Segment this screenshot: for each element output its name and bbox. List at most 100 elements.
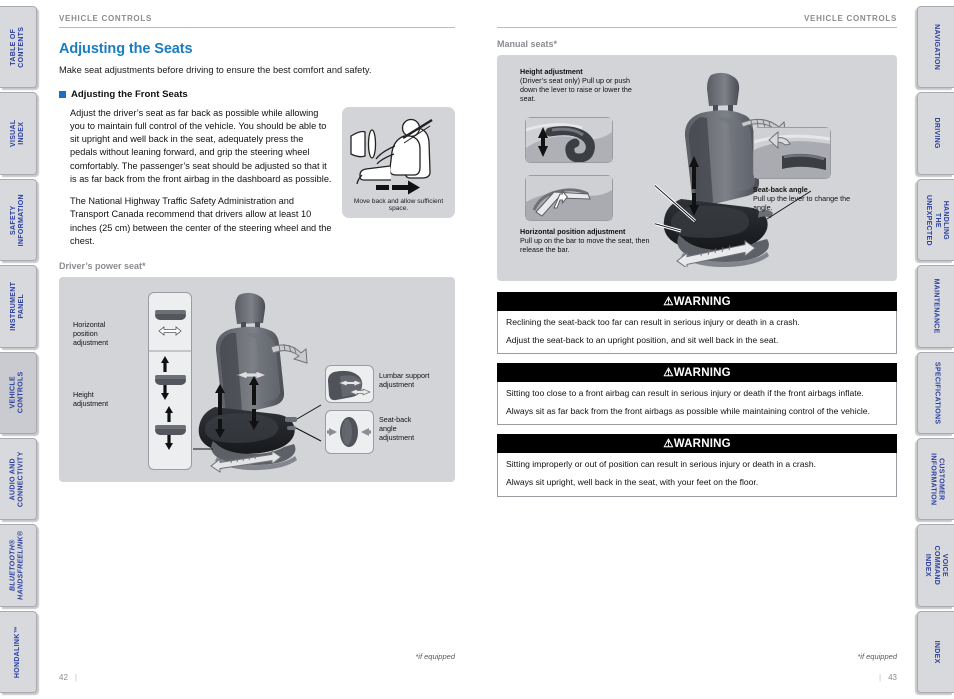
right-tab-strip: NAVIGATION DRIVING HANDLING THE UNEXPECT… [917,0,954,699]
label-height-adjustment: Height adjustment [73,390,109,409]
label-seatback-title: Seat-back angle [753,185,808,194]
label-horizontal-position-manual: Horizontal position adjustment Pull up o… [520,227,675,254]
sidebar-tab-driving[interactable]: DRIVING [917,92,954,175]
folio-rule: | [74,673,77,682]
label-seatback-text: Pull up the lever to change the angle. [753,194,851,212]
tab-label: VEHICLE CONTROLS [9,371,25,414]
power-seat-illustration [193,292,322,473]
inset-horizontal-bar [525,175,613,221]
tab-label: SAFETY INFORMATION [9,193,26,247]
manual-page-spread: TABLE OF CONTENTS VISUAL INDEX SAFETY IN… [0,0,954,699]
height-lever-illustration [526,118,612,162]
figure-manual-seats: Height adjustment (Driver’s seat only) P… [497,55,897,281]
page-number-right: 43 [888,673,897,682]
running-head-right: VEHICLE CONTROLS [497,14,897,28]
sidebar-tab-audio-and-connectivity[interactable]: AUDIO AND CONNECTIVITY [0,437,37,521]
running-head-left: VEHICLE CONTROLS [59,14,455,28]
square-bullet-icon [59,90,66,98]
driver-posture-illustration [350,118,433,195]
warning-box-2: ⚠WARNING Sitting too close to a front ai… [497,363,897,426]
sidebar-tab-table-of-contents[interactable]: TABLE OF CONTENTS [0,6,37,89]
label-height-title: Height adjustment [520,67,583,76]
label-lumbar-support-adjustment: Lumbar support adjustment [379,371,430,390]
sidebar-tab-specifications[interactable]: SPECIFICATIONS [917,351,954,434]
warning-box-1: ⚠WARNING Reclining the seat-back too far… [497,292,897,355]
footnote-right: *if equipped [857,652,897,661]
inset-height-lever [525,117,613,163]
warning-line: Always sit as far back from the front ai… [506,405,870,416]
sidebar-tab-instrument-panel[interactable]: INSTRUMENT PANEL [0,265,37,348]
tab-label: INSTRUMENT PANEL [9,281,26,331]
figure-drivers-power-seat: Horizontal position adjustment Height ad… [59,277,455,483]
intro-text: Make seat adjustments before driving to … [59,65,372,75]
warning-body: Sitting improperly or out of position ca… [497,453,897,497]
seatback-dial-illustration [327,417,371,448]
label-height-adjustment-manual: Height adjustment (Driver’s seat only) P… [520,67,645,103]
label-seat-back-angle-manual: Seat-back angle Pull up the lever to cha… [753,185,863,212]
lumbar-switch-illustration [328,370,371,401]
warnings-list: ⚠WARNING Reclining the seat-back too far… [497,292,897,497]
tab-label: SPECIFICATIONS [933,361,941,424]
horizontal-bar-illustration [526,176,612,220]
tab-label: DRIVING [933,117,941,150]
tab-label: VISUAL INDEX [9,119,25,148]
label-horizontal-title: Horizontal position adjustment [520,227,626,236]
warning-line: Adjust the seat-back to an upright posit… [506,334,779,345]
footnote-left: *if equipped [415,652,455,661]
folio-rule: | [879,673,882,682]
sidebar-tab-customer-information[interactable]: CUSTOMER INFORMATION [917,437,954,521]
section-heading-label: Adjusting the Front Seats [71,88,188,100]
tab-label: VOICE COMMAND INDEX [924,545,949,586]
front-seats-body: Move back and allow sufficient space. Ad… [59,106,455,258]
warning-line: Sitting improperly or out of position ca… [506,459,817,470]
tab-label: HONDALINK™ [13,625,21,678]
warning-heading: ⚠WARNING [497,434,897,454]
figure-caption: Move back and allow sufficient space. [353,197,444,213]
page-number-left: 42 [59,673,68,682]
warning-line: Sitting too close to a front airbag can … [506,388,864,399]
sidebar-tab-handling-the-unexpected[interactable]: HANDLING THE UNEXPECTED [917,178,954,262]
tab-label: TABLE OF CONTENTS [9,26,25,68]
warning-body: Sitting too close to a front airbag can … [497,382,897,426]
section-heading-front-seats: Adjusting the Front Seats [59,89,455,100]
seatback-lever-illustration [754,128,830,178]
inset-lumbar-support [325,365,374,404]
right-page: VEHICLE CONTROLS Manual seats* Height ad… [477,0,917,699]
warning-line: Always sit upright, well back in the sea… [506,476,759,487]
left-page: VEHICLE CONTROLS Adjusting the Seats Mak… [37,0,477,699]
sidebar-tab-safety-information[interactable]: SAFETY INFORMATION [0,178,37,262]
panel-label-drivers-power-seat: Driver’s power seat* [59,261,146,272]
sidebar-tab-index[interactable]: INDEX [917,610,954,693]
inset-seat-back-angle [325,410,374,455]
tab-label: MAINTENANCE [933,278,941,334]
power-seat-switch-illustration [149,310,191,451]
page-sheet: VEHICLE CONTROLS Adjusting the Seats Mak… [37,0,917,699]
panel-label-manual-seats: Manual seats* [497,39,558,49]
sidebar-tab-visual-index[interactable]: VISUAL INDEX [0,92,37,175]
tab-label: AUDIO AND CONNECTIVITY [9,451,25,507]
inset-seatback-lever [753,127,831,179]
label-horizontal-text: Pull up on the bar to move the seat, the… [520,236,650,254]
warning-heading: ⚠WARNING [497,363,897,383]
warning-heading: ⚠WARNING [497,292,897,311]
sidebar-tab-maintenance[interactable]: MAINTENANCE [917,265,954,348]
tab-label: HANDLING THE UNEXPECTED [924,194,949,246]
tab-label: CUSTOMER INFORMATION [929,452,945,506]
folio-left: 42 | [59,673,77,682]
warning-body: Reclining the seat-back too far can resu… [497,311,897,355]
tab-label: NAVIGATION [933,24,941,71]
sidebar-tab-hondalink[interactable]: HONDALINK™ [0,610,37,693]
warning-box-3: ⚠WARNING Sitting improperly or out of po… [497,434,897,497]
figure-driver-posture: Move back and allow sufficient space. [342,106,455,219]
sidebar-tab-vehicle-controls[interactable]: VEHICLE CONTROLS [0,351,37,434]
label-horizontal-position-adjustment: Horizontal position adjustment [73,320,109,348]
label-height-text: (Driver’s seat only) Pull up or push dow… [520,76,632,103]
sidebar-tab-navigation[interactable]: NAVIGATION [917,6,954,89]
inset-power-seat-switches [148,292,192,471]
folio-right: | 43 [879,673,897,682]
label-seat-back-angle-adjustment: Seat-back angle adjustment [379,415,415,443]
left-tab-strip: TABLE OF CONTENTS VISUAL INDEX SAFETY IN… [0,0,37,699]
sidebar-tab-voice-command-index[interactable]: VOICE COMMAND INDEX [917,524,954,607]
sidebar-tab-bluetooth-handsfreelink[interactable]: BLUETOOTH® HANDSFREELINK® [0,524,37,607]
tab-label: BLUETOOTH® HANDSFREELINK® [9,530,25,601]
